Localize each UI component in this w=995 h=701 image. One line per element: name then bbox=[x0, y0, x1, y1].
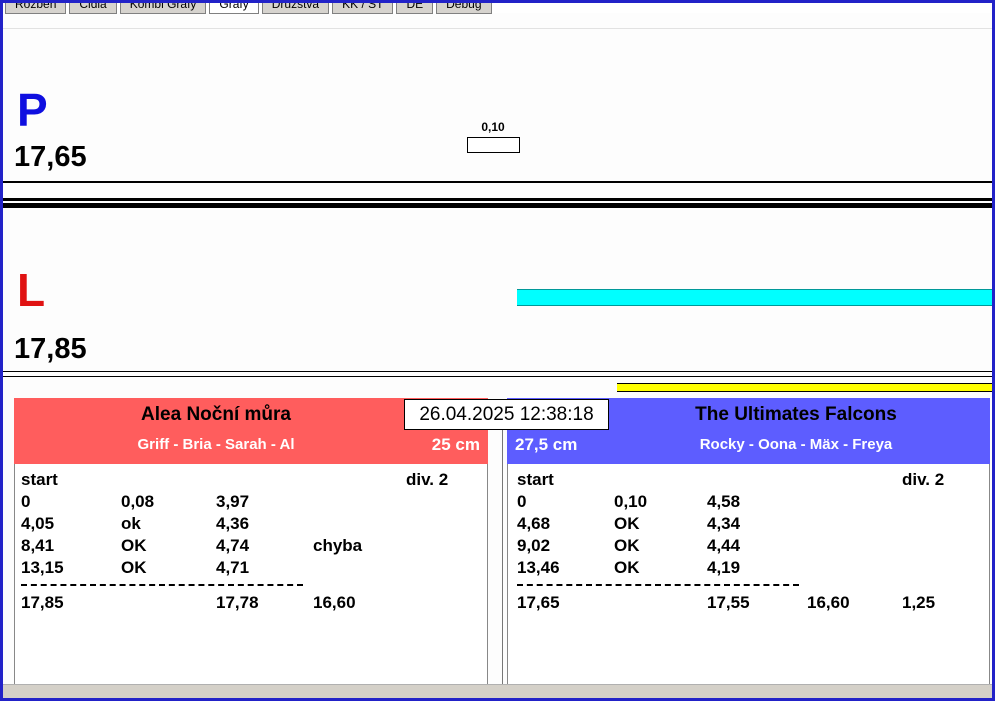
cell: 4,44 bbox=[707, 536, 741, 555]
divider-band bbox=[3, 198, 992, 201]
cell: div. 2 bbox=[902, 470, 945, 489]
status-bar bbox=[3, 684, 992, 698]
table-row: 8,41 OK 4,74 chyba bbox=[15, 535, 487, 557]
divider-band bbox=[3, 203, 992, 208]
cell: 4,34 bbox=[707, 514, 741, 533]
tab-label: Družstva bbox=[271, 3, 320, 11]
tab-label: Kombi Gráfy bbox=[129, 3, 197, 11]
team-left-name: Alea Noční můra bbox=[141, 404, 291, 425]
cell: 1,25 bbox=[902, 593, 936, 612]
cell: chyba bbox=[313, 536, 363, 555]
table-row: 0 0,10 4,58 bbox=[508, 491, 989, 513]
tab-debug[interactable]: Debug bbox=[436, 3, 492, 14]
tab-label: Gráfy bbox=[219, 3, 249, 11]
cell: 16,60 bbox=[807, 593, 850, 612]
app-window: Rozběh Čidla Kombi Gráfy Gráfy Družstva … bbox=[0, 0, 995, 701]
table-row: 4,68 OK 4,34 bbox=[508, 513, 989, 535]
cell: 17,85 bbox=[21, 593, 64, 612]
cell: OK bbox=[121, 558, 147, 577]
panel-divider bbox=[502, 430, 503, 685]
tab-label: Rozběh bbox=[15, 3, 57, 11]
tab-de[interactable]: DE bbox=[396, 3, 434, 14]
divider-line bbox=[3, 181, 992, 183]
lane-l-progress-bar bbox=[517, 289, 992, 306]
cell: 16,60 bbox=[313, 593, 356, 612]
lane-l-letter: L bbox=[17, 264, 46, 316]
table-row: 13,15 OK 4,71 bbox=[15, 557, 487, 579]
cell: 0 bbox=[21, 492, 31, 511]
cell: 13,15 bbox=[21, 558, 64, 577]
tab-label: KK / ST bbox=[342, 3, 384, 11]
divider-line bbox=[3, 371, 992, 372]
tab-kk-st[interactable]: KK / ST bbox=[332, 3, 394, 14]
team-left-members: Griff - Bria - Sarah - Al bbox=[137, 436, 295, 453]
cell: div. 2 bbox=[406, 470, 449, 489]
cell: 9,02 bbox=[517, 536, 551, 555]
tab-kombi-grafy[interactable]: Kombi Gráfy bbox=[119, 3, 207, 14]
cell: 3,97 bbox=[216, 492, 250, 511]
graph-top-divider bbox=[3, 28, 992, 29]
cell: 17,78 bbox=[216, 593, 259, 612]
tab-cidla[interactable]: Čidla bbox=[69, 3, 117, 14]
cell: 17,55 bbox=[707, 593, 750, 612]
team-left-category: 25 cm bbox=[431, 435, 480, 454]
cell: 8,41 bbox=[21, 536, 55, 555]
team-right-table: start div. 2 0 0,10 4,58 4,68 OK 4,34 9,… bbox=[507, 464, 990, 684]
cell: 0,08 bbox=[121, 492, 155, 511]
tab-druzstva[interactable]: Družstva bbox=[261, 3, 330, 14]
cell: 0,10 bbox=[614, 492, 648, 511]
cell: OK bbox=[614, 536, 640, 555]
table-row: start div. 2 bbox=[508, 469, 989, 491]
tab-grafy[interactable]: Gráfy bbox=[209, 3, 259, 14]
tab-bar: Rozběh Čidla Kombi Gráfy Gráfy Družstva … bbox=[5, 3, 990, 14]
timestamp: 26.04.2025 12:38:18 bbox=[404, 399, 609, 430]
totals-separator bbox=[21, 584, 303, 586]
marker-value-label: 0,10 bbox=[481, 120, 505, 134]
table-row: 4,05 ok 4,36 bbox=[15, 513, 487, 535]
team-right-members: Rocky - Oona - Mäx - Freya bbox=[699, 436, 893, 453]
table-row: 0 0,08 3,97 bbox=[15, 491, 487, 513]
table-row: 13,46 OK 4,19 bbox=[508, 557, 989, 579]
cell: 13,46 bbox=[517, 558, 560, 577]
cell: 4,36 bbox=[216, 514, 250, 533]
tab-label: Debug bbox=[446, 3, 482, 11]
cell: OK bbox=[121, 536, 147, 555]
cell: 17,65 bbox=[517, 593, 560, 612]
cell: start bbox=[21, 470, 58, 489]
cell: 4,19 bbox=[707, 558, 741, 577]
table-row-totals: 17,65 17,55 16,60 1,25 bbox=[508, 592, 989, 614]
table-row: 9,02 OK 4,44 bbox=[508, 535, 989, 557]
lane-p-letter: P bbox=[17, 84, 48, 136]
cell: OK bbox=[614, 558, 640, 577]
tab-label: DE bbox=[406, 3, 424, 11]
cell: 4,58 bbox=[707, 492, 741, 511]
tab-label: Čidla bbox=[79, 3, 107, 11]
cell: 4,74 bbox=[216, 536, 250, 555]
lane-p-time: 17,65 bbox=[14, 141, 87, 173]
totals-separator bbox=[517, 584, 799, 586]
tab-rozbeh[interactable]: Rozběh bbox=[5, 3, 67, 14]
cell: start bbox=[517, 470, 554, 489]
cell: 4,71 bbox=[216, 558, 250, 577]
cell: 0 bbox=[517, 492, 527, 511]
cell: 4,68 bbox=[517, 514, 551, 533]
lane-l-time: 17,85 bbox=[14, 333, 87, 365]
cell: 4,05 bbox=[21, 514, 55, 533]
table-row-totals: 17,85 17,78 16,60 bbox=[15, 592, 487, 614]
team-right-category: 27,5 cm bbox=[515, 435, 578, 454]
team-left-table: start div. 2 0 0,08 3,97 4,05 ok 4,36 8,… bbox=[14, 464, 488, 684]
secondary-progress-bar bbox=[617, 383, 992, 392]
divider-line bbox=[3, 376, 992, 377]
table-row: start div. 2 bbox=[15, 469, 487, 491]
marker-box bbox=[467, 137, 520, 153]
cell: ok bbox=[121, 514, 141, 533]
cell: OK bbox=[614, 514, 640, 533]
